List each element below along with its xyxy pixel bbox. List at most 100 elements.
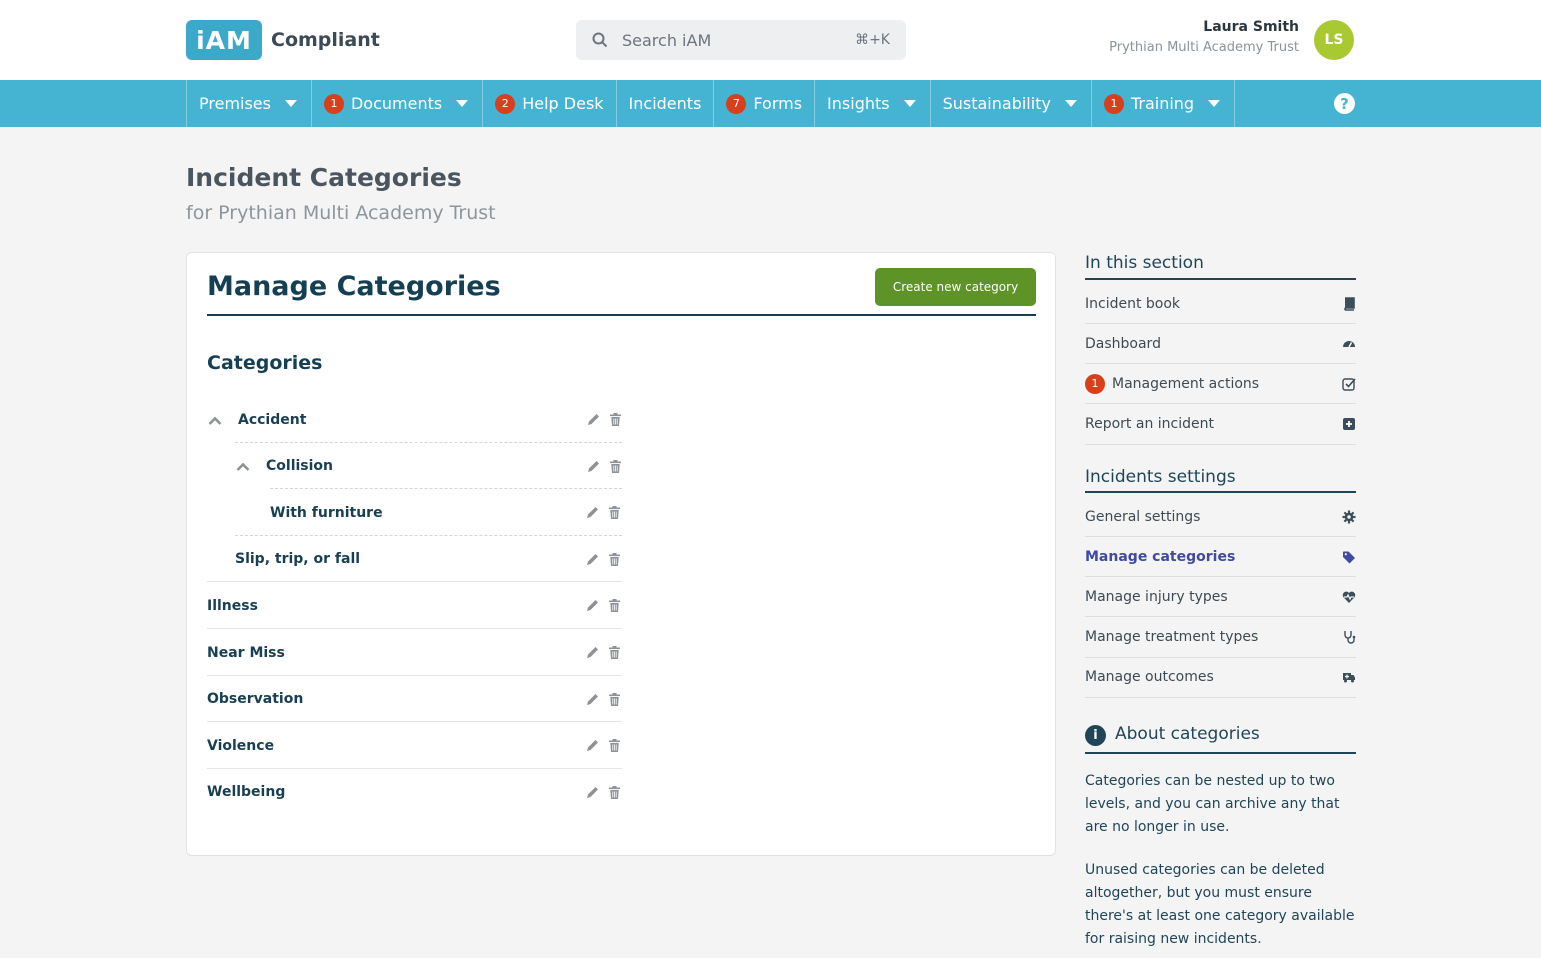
nav-badge: 7 [726, 93, 747, 114]
sidebar-item-label: Incident book [1085, 295, 1181, 312]
app-logo[interactable]: iAM Compliant [186, 20, 380, 60]
category-label: Violence [207, 737, 275, 754]
trash-icon[interactable] [608, 459, 623, 474]
category-actions [586, 396, 623, 443]
card-divider [207, 314, 1036, 316]
page-subtitle: for Prythian Multi Academy Trust [186, 202, 496, 224]
sidebar-item-manage-injury-types[interactable]: Manage injury types [1085, 577, 1356, 618]
category-row[interactable]: Violence [207, 722, 622, 769]
category-label: With furniture [270, 504, 383, 521]
help-icon[interactable]: ? [1334, 93, 1355, 114]
pencil-icon[interactable] [586, 459, 601, 474]
in-this-section-divider [1085, 278, 1356, 280]
category-actions [585, 769, 622, 816]
nav-item-premises[interactable]: Premises [187, 80, 312, 127]
create-category-button[interactable]: Create new category [875, 268, 1036, 306]
category-label: Observation [207, 691, 304, 708]
trash-icon[interactable] [607, 598, 622, 613]
pencil-icon[interactable] [586, 412, 601, 427]
logo-text: Compliant [271, 29, 380, 51]
plus-square-icon [1342, 417, 1356, 431]
sidebar-item-text: Dashboard [1085, 336, 1161, 352]
sidebar-item-manage-outcomes[interactable]: Manage outcomes [1085, 658, 1356, 698]
sidebar-item-text: Manage categories [1085, 549, 1235, 565]
nav-item-help-desk[interactable]: 2 Help Desk [483, 80, 617, 127]
sidebar-item-text: 1 Management actions [1085, 373, 1259, 394]
info-icon: i [1085, 725, 1106, 746]
category-row[interactable]: Collision [236, 443, 623, 490]
nav-badge: 1 [323, 93, 344, 114]
pencil-icon[interactable] [585, 738, 600, 753]
nav-item-sustainability[interactable]: Sustainability [931, 80, 1092, 127]
search-icon [592, 32, 608, 48]
sidebar-item-text: General settings [1085, 509, 1200, 525]
category-row[interactable]: Near Miss [207, 629, 622, 676]
top-header: iAM Compliant Search iAM ⌘+K Laura Smith… [0, 0, 1541, 80]
sidebar-item-manage-categories[interactable]: Manage categories [1085, 537, 1356, 578]
pencil-icon[interactable] [585, 552, 600, 567]
trash-icon[interactable] [607, 552, 622, 567]
sidebar-item-dashboard[interactable]: Dashboard [1085, 324, 1356, 365]
category-row[interactable]: With furniture [270, 489, 622, 536]
user-name: Laura Smith [1203, 19, 1299, 35]
pencil-icon[interactable] [585, 645, 600, 660]
sidebar-item-label: Dashboard [1085, 335, 1161, 352]
chevron-down-icon [1208, 100, 1221, 107]
category-label: Slip, trip, or fall [235, 551, 361, 568]
chevron-down-icon [1064, 100, 1077, 107]
nav-item-label: Sustainability [942, 94, 1051, 113]
trash-icon[interactable] [607, 692, 622, 707]
logo-mark: iAM [186, 20, 262, 60]
trash-icon[interactable] [607, 785, 622, 800]
pencil-icon[interactable] [585, 598, 600, 613]
heart-pulse-icon [1342, 590, 1356, 604]
trash-icon[interactable] [608, 412, 623, 427]
category-row[interactable]: Illness [207, 582, 622, 629]
sidebar-item-label: Manage injury types [1085, 588, 1228, 605]
sidebar-item-text: Manage outcomes [1085, 669, 1214, 685]
category-label: Collision [266, 458, 334, 475]
sidebar-item-text: Manage injury types [1085, 589, 1228, 605]
nav-item-training[interactable]: 1 Training [1092, 80, 1236, 127]
category-actions [585, 536, 622, 583]
avatar[interactable]: LS [1314, 20, 1354, 60]
nav-item-incidents[interactable]: Incidents [617, 80, 715, 127]
page-title: Incident Categories [186, 163, 462, 192]
sidebar-item-manage-treatment-types[interactable]: Manage treatment types [1085, 618, 1356, 658]
nav-badge: 1 [1103, 93, 1124, 114]
about-paragraph-1: Categories can be nested up to two level… [1085, 773, 1340, 835]
sidebar-item-label: Manage outcomes [1085, 669, 1214, 686]
pencil-icon[interactable] [585, 785, 600, 800]
category-label: Illness [207, 597, 258, 614]
manage-categories-card: Manage Categories Create new category Ca… [186, 252, 1056, 856]
stethoscope-icon [1342, 630, 1356, 644]
about-categories-heading: About categories [1115, 724, 1260, 744]
category-actions [585, 676, 622, 723]
user-info[interactable]: Laura Smith Prythian Multi Academy Trust [1109, 19, 1299, 55]
category-row[interactable]: Wellbeing [207, 769, 622, 816]
nav-item-forms[interactable]: 7 Forms [714, 80, 816, 127]
dashboard-icon [1342, 337, 1356, 351]
nav-item-documents[interactable]: 1 Documents [312, 80, 484, 127]
chevron-up-icon[interactable] [208, 413, 222, 427]
pencil-icon[interactable] [585, 505, 600, 520]
trash-icon[interactable] [607, 645, 622, 660]
sidebar-item-report-an-incident[interactable]: Report an incident [1085, 405, 1356, 445]
search-input[interactable]: Search iAM ⌘+K [576, 20, 906, 60]
category-label: Near Miss [207, 644, 285, 661]
nav-item-label: Incidents [628, 94, 702, 113]
sidebar-item-incident-book[interactable]: Incident book [1085, 284, 1356, 324]
trash-icon[interactable] [607, 738, 622, 753]
trash-icon[interactable] [607, 505, 622, 520]
chevron-up-icon[interactable] [236, 459, 250, 473]
nav-item-insights[interactable]: Insights [815, 80, 931, 127]
sidebar-item-management-actions[interactable]: 1 Management actions [1085, 364, 1356, 405]
category-row[interactable]: Accident [208, 396, 623, 443]
main-nav: Premises 1 Documents 2 Help Desk Incidents 7 Fo… [0, 80, 1541, 127]
nav-items: Premises 1 Documents 2 Help Desk Incidents 7 Fo… [186, 80, 1236, 127]
category-row[interactable]: Slip, trip, or fall [235, 536, 622, 583]
category-row[interactable]: Observation [207, 676, 622, 723]
pencil-icon[interactable] [585, 692, 600, 707]
sidebar-item-general-settings[interactable]: General settings [1085, 497, 1356, 537]
sidebar-badge: 1 [1085, 373, 1105, 394]
